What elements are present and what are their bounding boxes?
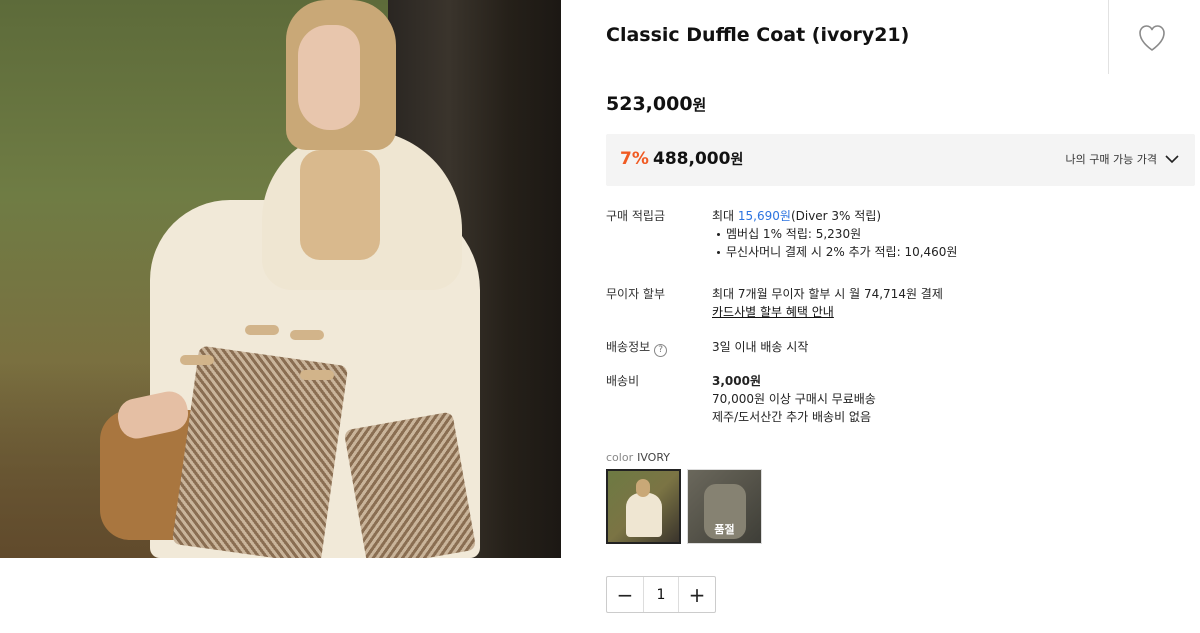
delivery-info-label-wrap: 배송정보? (606, 338, 706, 357)
delivery-info-text: 3일 이내 배송 시작 (712, 340, 809, 354)
installment-label: 무이자 할부 (606, 287, 666, 301)
color-swatch-soldout[interactable]: 품절 (687, 469, 762, 544)
points-max-line: 최대 15,690원(Diver 3% 적립) (712, 207, 1192, 225)
sale-price-currency: 원 (730, 152, 744, 168)
sale-price: 488,000원 (653, 149, 743, 169)
quantity-increase-button[interactable]: + (679, 577, 715, 612)
quantity-value[interactable]: 1 (643, 577, 679, 612)
points-label: 구매 적립금 (606, 209, 666, 223)
my-price-label: 나의 구매 가능 가격 (1065, 153, 1157, 166)
original-price-value: 523,000 (606, 93, 693, 115)
points-suffix: (Diver 3% 적립) (790, 209, 882, 223)
original-price: 523,000원 (606, 93, 706, 115)
wishlist-button[interactable] (1132, 20, 1172, 56)
installment-value: 최대 7개월 무이자 할부 시 월 74,714원 결제 카드사별 할부 혜택 … (712, 285, 1192, 321)
quantity-stepper: − 1 + (606, 576, 716, 613)
quantity-decrease-button[interactable]: − (607, 577, 643, 612)
header-divider (1108, 0, 1109, 74)
installment-benefit-link[interactable]: 카드사별 할부 혜택 안내 (712, 303, 1192, 321)
help-icon[interactable]: ? (654, 344, 668, 357)
shipping-island-note: 제주/도서산간 추가 배송비 없음 (712, 410, 872, 424)
points-breakdown: 멤버십 1% 적립: 5,230원 무신사머니 결제 시 2% 추가 적립: 1… (712, 225, 1192, 261)
shipping-fee-amount: 3,000원 (712, 374, 761, 388)
points-value: 최대 15,690원(Diver 3% 적립) 멤버십 1% 적립: 5,230… (712, 207, 1192, 261)
color-swatch-soldout-image: 품절 (688, 470, 761, 543)
color-option-label: color IVORY (606, 451, 670, 464)
product-main-image (0, 0, 561, 558)
shipping-fee-value: 3,000원 70,000원 이상 구매시 무료배송 제주/도서산간 추가 배송… (712, 372, 1192, 426)
points-prefix: 최대 (712, 209, 738, 223)
my-price-toggle[interactable]: 나의 구매 가능 가격 (1066, 151, 1179, 167)
heart-icon (1139, 25, 1165, 51)
soldout-badge: 품절 (714, 523, 735, 536)
chevron-down-icon (1165, 154, 1179, 163)
original-price-currency: 원 (692, 96, 707, 114)
points-bullet-money: 무신사머니 결제 시 2% 추가 적립: 10,460원 (712, 243, 1192, 261)
points-bullet-membership: 멤버십 1% 적립: 5,230원 (712, 225, 1192, 243)
points-amount: 15,690원 (737, 209, 791, 223)
color-label-text: color (606, 451, 634, 464)
sale-price-box: 7% 488,000원 나의 구매 가능 가격 (606, 134, 1195, 186)
installment-text: 최대 7개월 무이자 할부 시 월 74,714원 결제 (712, 287, 943, 301)
sale-price-value: 488,000 (653, 149, 731, 169)
delivery-info-label: 배송정보 (606, 340, 651, 354)
color-selected-value: IVORY (637, 451, 670, 464)
shipping-fee-label: 배송비 (606, 374, 640, 388)
product-title: Classic Duffle Coat (ivory21) (606, 24, 910, 46)
shipping-free-condition: 70,000원 이상 구매시 무료배송 (712, 392, 876, 406)
color-swatch-ivory[interactable] (606, 469, 681, 544)
discount-rate: 7% (620, 149, 649, 169)
color-swatch-ivory-image (608, 471, 679, 542)
